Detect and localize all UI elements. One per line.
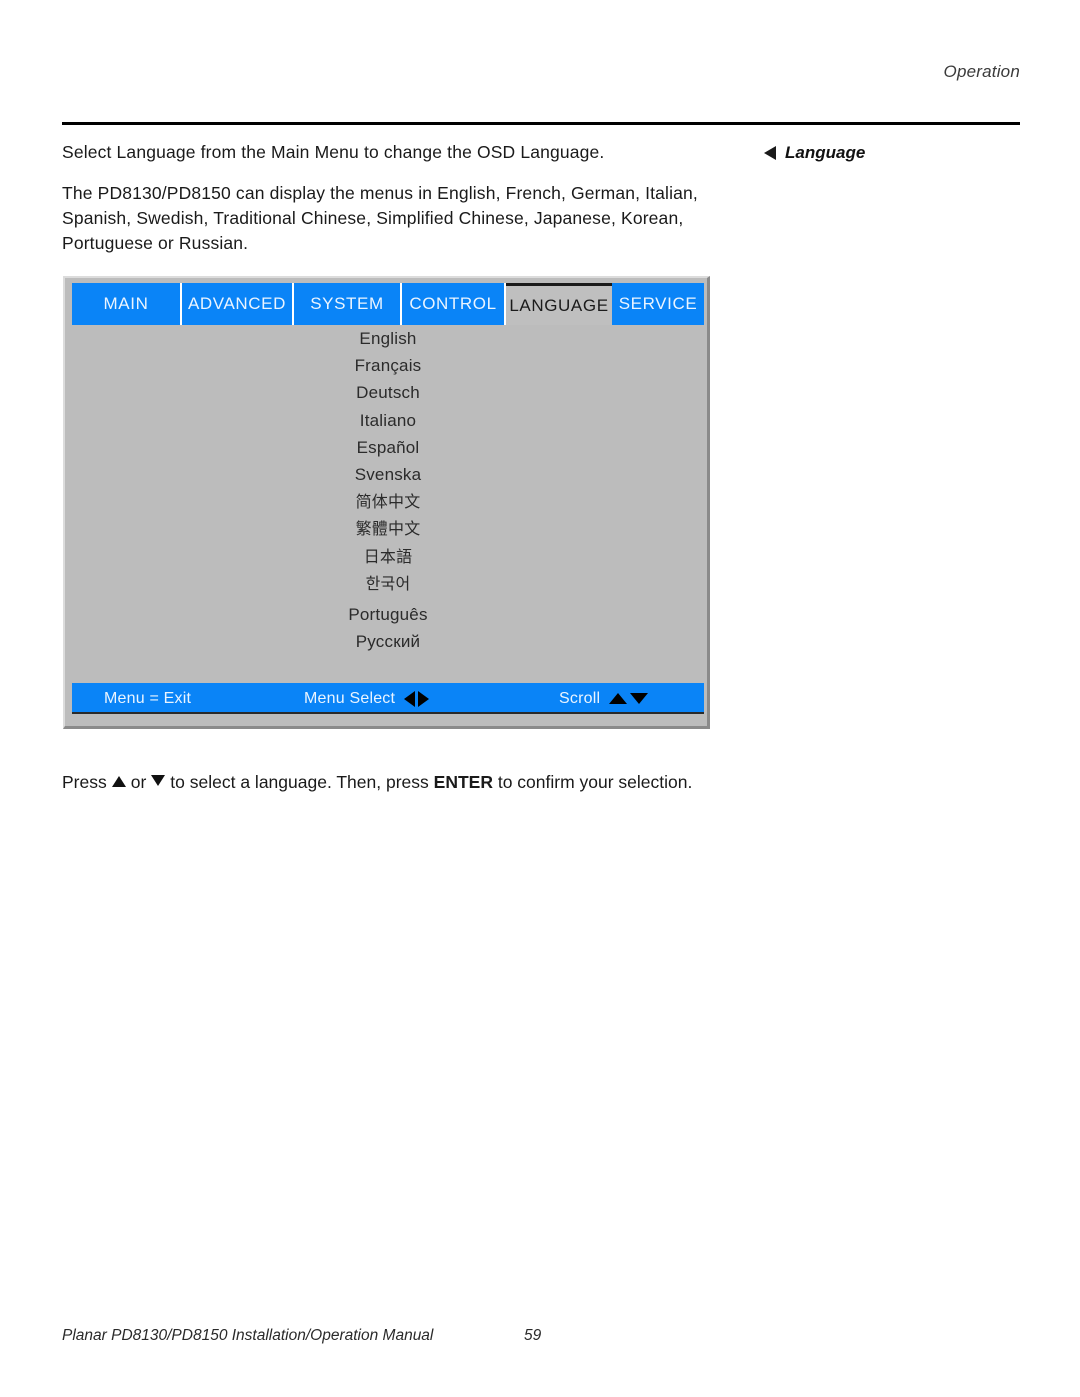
tab-main[interactable]: MAIN bbox=[72, 283, 182, 325]
status-scroll: Scroll bbox=[559, 683, 649, 714]
language-option-spanish[interactable]: Español bbox=[72, 434, 704, 461]
triangle-left-icon bbox=[404, 690, 416, 707]
tab-control[interactable]: CONTROL bbox=[402, 283, 506, 325]
margin-note: Language bbox=[764, 143, 1020, 163]
caption-to-select: to select a language. Then, press bbox=[170, 772, 429, 792]
menu-select-arrows bbox=[404, 690, 430, 707]
tab-system[interactable]: SYSTEM bbox=[294, 283, 402, 325]
language-option-english[interactable]: English bbox=[72, 325, 704, 352]
language-list: English Français Deutsch Italiano Españo… bbox=[72, 325, 704, 680]
header-rule bbox=[62, 122, 1020, 125]
triangle-up-icon bbox=[609, 693, 628, 704]
language-option-swedish[interactable]: Svenska bbox=[72, 461, 704, 488]
languages-paragraph: The PD8130/PD8150 can display the menus … bbox=[62, 183, 698, 253]
tab-language[interactable]: LANGUAGE bbox=[506, 283, 612, 325]
tab-advanced[interactable]: ADVANCED bbox=[182, 283, 294, 325]
osd-tab-bar: MAIN ADVANCED SYSTEM CONTROL LANGUAGE SE… bbox=[72, 283, 704, 325]
osd-status-bar: Menu = Exit Menu Select Scroll bbox=[72, 683, 704, 714]
status-scroll-label: Scroll bbox=[559, 689, 601, 707]
margin-note-label: Language bbox=[785, 143, 866, 162]
page-footer: Planar PD8130/PD8150 Installation/Operat… bbox=[62, 1327, 1020, 1345]
triangle-down-icon bbox=[630, 693, 649, 704]
language-option-russian[interactable]: Русский bbox=[72, 628, 704, 655]
triangle-left-icon bbox=[764, 146, 776, 160]
language-option-japanese[interactable]: 日本語 bbox=[72, 543, 704, 570]
language-option-traditional-chinese[interactable]: 繁體中文 bbox=[72, 515, 704, 542]
caption-or: or bbox=[130, 772, 147, 792]
caption-enter-key: ENTER bbox=[433, 772, 493, 792]
scroll-arrows bbox=[609, 693, 649, 704]
language-option-korean[interactable]: 한국어 bbox=[72, 570, 704, 597]
status-menu-exit-label: Menu = Exit bbox=[104, 689, 192, 707]
language-option-french[interactable]: Français bbox=[72, 352, 704, 379]
body-column: Select Language from the Main Menu to ch… bbox=[62, 140, 742, 256]
status-menu-exit: Menu = Exit bbox=[104, 683, 191, 714]
triangle-right-icon bbox=[418, 690, 430, 707]
tab-service[interactable]: SERVICE bbox=[612, 283, 704, 325]
footer-page-number: 59 bbox=[524, 1327, 542, 1344]
language-option-german[interactable]: Deutsch bbox=[72, 379, 704, 406]
status-menu-select: Menu Select bbox=[304, 683, 430, 714]
triangle-down-icon bbox=[151, 775, 166, 786]
osd-panel: MAIN ADVANCED SYSTEM CONTROL LANGUAGE SE… bbox=[72, 283, 704, 722]
footer-title: Planar PD8130/PD8150 Installation/Operat… bbox=[62, 1327, 434, 1344]
triangle-up-icon bbox=[111, 776, 126, 787]
caption-confirm: to confirm your selection. bbox=[497, 772, 693, 792]
running-head: Operation bbox=[943, 62, 1020, 81]
osd-screenshot: MAIN ADVANCED SYSTEM CONTROL LANGUAGE SE… bbox=[63, 276, 710, 729]
language-option-simplified-chinese[interactable]: 简体中文 bbox=[72, 488, 704, 515]
status-menu-select-label: Menu Select bbox=[304, 689, 396, 707]
language-option-italian[interactable]: Italiano bbox=[72, 407, 704, 434]
osd-caption: Press or to select a language. Then, pre… bbox=[62, 770, 822, 795]
intro-paragraph: Select Language from the Main Menu to ch… bbox=[62, 142, 605, 162]
language-option-portuguese[interactable]: Português bbox=[72, 601, 704, 628]
caption-press: Press bbox=[62, 772, 107, 792]
